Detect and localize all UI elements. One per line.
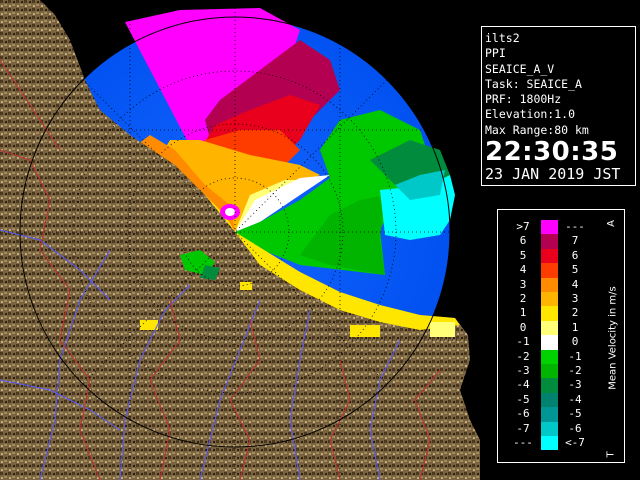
- legend-color-swatch: [541, 436, 558, 451]
- legend-upper-label: 1: [571, 320, 579, 334]
- legend-lower-label: 2: [519, 292, 527, 305]
- legend-upper-label: 2: [571, 306, 579, 320]
- legend-color-swatch: [541, 220, 558, 235]
- legend-bottom-tag: T: [605, 451, 617, 458]
- legend-upper-label: 7: [571, 234, 579, 248]
- legend-lower-label: ---: [513, 436, 533, 449]
- legend-upper-label: -6: [568, 421, 582, 435]
- legend-lower-label: 6: [519, 234, 527, 248]
- legend-upper-label: -2: [568, 364, 582, 377]
- task-name: Task: SEAICE_A: [485, 76, 582, 91]
- legend-upper-label: 4: [571, 277, 579, 291]
- legend-upper-label: 5: [571, 263, 579, 277]
- legend-lower-label: -4: [516, 378, 530, 392]
- legend-title-area: A Mean Velocity in m/s T: [605, 220, 620, 458]
- legend-color-swatch: [541, 234, 558, 249]
- radar-info-panel: ilts2 PPI SEAICE_A_V Task: SEAICE_A PRF:…: [481, 26, 636, 186]
- legend-color-swatch: [541, 392, 558, 408]
- legend-top-tag: A: [605, 220, 617, 227]
- legend-color-swatch: [541, 335, 558, 350]
- legend-lower-label: -1: [516, 335, 530, 349]
- product-name: SEAICE_A_V: [485, 61, 555, 76]
- scan-date: 23 JAN 2019 JST: [485, 165, 621, 184]
- scan-mode: PPI: [485, 46, 506, 61]
- legend-upper-label: ---: [565, 220, 585, 233]
- site-name: ilts2: [485, 31, 520, 45]
- legend-color-swatch: [541, 349, 558, 364]
- legend-upper-label: <-7: [565, 436, 585, 449]
- legend-color-swatch: [541, 292, 558, 307]
- legend-lower-label: 5: [519, 248, 527, 262]
- legend-lower-label: -3: [516, 364, 530, 377]
- legend-color-swatch: [541, 320, 558, 336]
- legend-upper-label: -5: [568, 407, 582, 421]
- legend-color-swatch: [541, 378, 558, 393]
- legend-lower-label: -6: [516, 407, 530, 421]
- legend-color-swatch: [541, 277, 558, 292]
- legend-color-swatch: [541, 306, 558, 321]
- elevation-value: Elevation:1.0: [485, 107, 576, 122]
- legend-lower-label: 3: [519, 277, 527, 291]
- legend-color-swatch: [541, 364, 558, 379]
- prf-value: PRF: 1800Hz: [485, 92, 562, 107]
- legend-lower-label: 4: [519, 263, 527, 277]
- legend-upper-label: 3: [571, 292, 579, 305]
- legend-lower-label: -5: [516, 392, 530, 406]
- legend-upper-label: 6: [571, 248, 579, 262]
- legend-title: Mean Velocity in m/s: [607, 286, 619, 390]
- legend-color-swatch: [541, 263, 558, 278]
- legend-upper-label: 0: [571, 335, 579, 349]
- max-range-value: Max Range:80 km: [485, 122, 589, 137]
- radar-ppi-map: [0, 0, 480, 480]
- legend-upper-label: -3: [568, 378, 582, 392]
- legend-lower-label: 0: [519, 320, 527, 334]
- legend-upper-label: -4: [568, 392, 582, 406]
- legend-color-swatch: [541, 248, 558, 264]
- legend-lower-label: 1: [519, 306, 527, 320]
- legend-lower-label: >7: [516, 220, 530, 233]
- legend-color-swatch: [541, 407, 558, 422]
- velocity-legend: >7 --- 6 7 5 6 4 5 3 4 2 3 1 2 0 1 -1 0 -2 -1 -3 -2 -4 -3 -5 -4 -6…: [497, 209, 625, 463]
- legend-lower-label: -2: [516, 349, 530, 363]
- legend-upper-label: -1: [568, 349, 582, 363]
- legend-lower-label: -7: [516, 421, 530, 435]
- scan-time: 22:30:35: [485, 137, 619, 168]
- legend-color-swatch: [541, 421, 558, 436]
